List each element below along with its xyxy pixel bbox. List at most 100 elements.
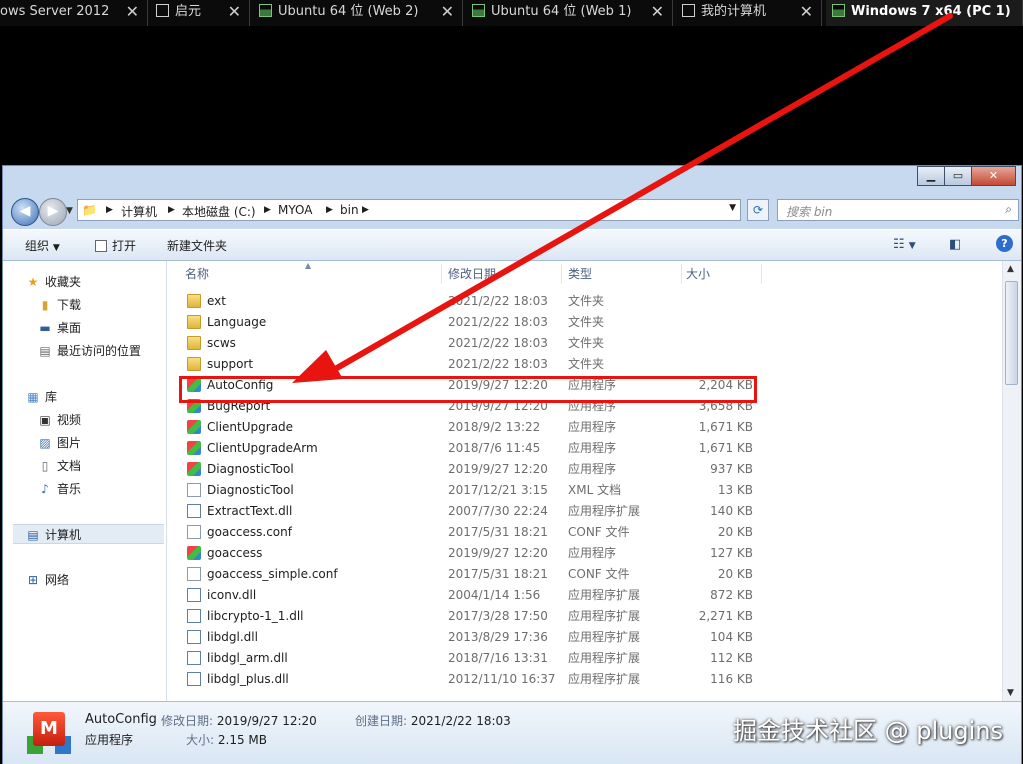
vm-tab-ubuntu-web2[interactable]: Ubuntu 64 位 (Web 2) ✕ xyxy=(253,0,463,26)
file-list: ▲ 名称 修改日期 类型 大小 ext 2021/2/22 18:03 文件夹 Lan… xyxy=(167,261,1002,701)
file-row[interactable]: goaccess 2019/9/27 12:20 应用程序 127 KB xyxy=(167,543,1002,564)
file-row[interactable]: iconv.dll 2004/1/14 1:56 应用程序扩展 872 KB xyxy=(167,585,1002,606)
vm-tab-ubuntu-web1[interactable]: Ubuntu 64 位 (Web 1) ✕ xyxy=(466,0,673,26)
address-bar[interactable]: 📁 ▶ 计算机 ▶ 本地磁盘 (C:) ▶ MYOA ▶ bin ▶ ▼ xyxy=(77,199,741,221)
nav-computer[interactable]: ▤ 计算机 xyxy=(13,524,164,544)
file-modified: 2019/9/27 12:20 xyxy=(448,546,548,560)
dll-icon xyxy=(187,672,201,686)
navigation-bar: ◀ ▶ ▼ 📁 ▶ 计算机 ▶ 本地磁盘 (C:) ▶ MYOA ▶ bin ▶… xyxy=(3,196,1021,226)
nav-network[interactable]: ⊞ 网络 xyxy=(25,570,188,590)
column-header-type[interactable]: 类型 xyxy=(568,264,592,284)
file-row[interactable]: DiagnosticTool 2019/9/27 12:20 应用程序 937 KB xyxy=(167,459,1002,480)
file-row[interactable]: scws 2021/2/22 18:03 文件夹 xyxy=(167,333,1002,354)
breadcrumb-local-disk[interactable]: 本地磁盘 (C:) xyxy=(182,203,256,220)
file-modified: 2019/9/27 12:20 xyxy=(448,462,548,476)
scrollbar-thumb[interactable] xyxy=(1005,281,1018,385)
search-icon[interactable]: ⌕ xyxy=(1005,202,1012,217)
breadcrumb-computer[interactable]: 计算机 xyxy=(121,203,157,220)
file-row[interactable]: libdgl.dll 2013/8/29 17:36 应用程序扩展 104 KB xyxy=(167,627,1002,648)
history-dropdown-icon[interactable]: ▼ xyxy=(66,206,73,216)
nav-libraries[interactable]: ▦ 库 xyxy=(25,387,188,407)
library-icon: ▦ xyxy=(27,390,39,404)
nav-label: 计算机 xyxy=(45,528,82,542)
preview-pane-icon[interactable]: ◧ xyxy=(949,237,961,252)
file-type: 文件夹 xyxy=(568,294,605,308)
folder-icon xyxy=(187,336,201,350)
close-icon[interactable]: ✕ xyxy=(126,0,139,24)
view-options-icon[interactable]: ☷ ▼ xyxy=(893,237,916,252)
chevron-right-icon[interactable]: ▶ xyxy=(362,205,369,215)
column-header-modified[interactable]: 修改日期 xyxy=(448,264,496,284)
breadcrumb-bin[interactable]: bin xyxy=(340,203,359,217)
file-row[interactable]: libdgl_plus.dll 2012/11/10 16:37 应用程序扩展 116… xyxy=(167,669,1002,690)
file-type: XML 文档 xyxy=(568,483,622,497)
search-placeholder: 搜索 bin xyxy=(786,205,833,219)
vm-tab-server-2012[interactable]: ows Server 2012 ✕ xyxy=(0,0,148,26)
file-row[interactable]: DiagnosticTool 2017/12/21 3:15 XML 文档 13 KB xyxy=(167,480,1002,501)
file-type: 应用程序 xyxy=(568,420,617,434)
file-type: CONF 文件 xyxy=(568,525,630,539)
chevron-down-icon[interactable]: ▼ xyxy=(729,203,736,213)
file-row[interactable]: Language 2021/2/22 18:03 文件夹 xyxy=(167,312,1002,333)
column-header-name[interactable]: 名称 xyxy=(185,264,209,284)
file-modified: 2017/5/31 18:21 xyxy=(448,525,548,539)
column-header-size[interactable]: 大小 xyxy=(686,264,710,284)
chevron-right-icon[interactable]: ▶ xyxy=(326,205,333,215)
new-folder-button[interactable]: 新建文件夹 xyxy=(167,237,227,254)
command-bar: 组织 ▼ 打开 新建文件夹 ☷ ▼ ◧ ? xyxy=(3,229,1021,261)
file-row[interactable]: support 2021/2/22 18:03 文件夹 xyxy=(167,354,1002,375)
organize-button[interactable]: 组织 ▼ xyxy=(25,237,60,254)
nav-label: 最近访问的位置 xyxy=(57,344,142,358)
scroll-up-icon[interactable]: ▲ xyxy=(1007,264,1014,274)
open-button[interactable]: 打开 xyxy=(95,237,136,254)
open-label: 打开 xyxy=(112,239,137,253)
file-row[interactable]: libdgl_arm.dll 2018/7/16 13:31 应用程序扩展 112 K… xyxy=(167,648,1002,669)
close-button[interactable]: ✕ xyxy=(971,166,1016,186)
chevron-right-icon[interactable]: ▶ xyxy=(264,205,271,215)
minimize-button[interactable]: ▁ xyxy=(917,166,945,186)
vm-tab-bar: ows Server 2012 ✕ 启元 ✕ Ubuntu 64 位 (Web … xyxy=(0,0,1023,26)
help-icon[interactable]: ? xyxy=(996,235,1013,252)
folder-icon: 📁 xyxy=(82,203,97,217)
close-icon[interactable]: ✕ xyxy=(651,0,664,24)
file-name-text: goaccess.conf xyxy=(207,525,292,539)
breadcrumb-myoa[interactable]: MYOA xyxy=(278,203,312,217)
maximize-button[interactable]: ▭ xyxy=(944,166,972,186)
nav-favorites[interactable]: ★ 收藏夹 xyxy=(25,272,188,292)
back-button[interactable]: ◀ xyxy=(11,198,39,226)
sort-ascending-icon: ▲ xyxy=(305,261,312,270)
close-icon[interactable]: ✕ xyxy=(228,0,241,24)
column-divider[interactable] xyxy=(681,264,682,284)
forward-button[interactable]: ▶ xyxy=(39,198,67,226)
file-type: 应用程序 xyxy=(568,441,617,455)
scroll-down-icon[interactable]: ▼ xyxy=(1007,688,1014,698)
file-name: iconv.dll xyxy=(187,585,256,606)
file-modified: 2021/2/22 18:03 xyxy=(448,315,548,329)
column-divider[interactable] xyxy=(761,264,762,284)
file-row[interactable]: ext 2021/2/22 18:03 文件夹 xyxy=(167,291,1002,312)
vm-tab-my-computer[interactable]: 我的计算机 ✕ xyxy=(676,0,822,26)
search-input[interactable]: 搜索 bin ⌕ xyxy=(777,199,1019,221)
application-icon xyxy=(187,441,201,455)
file-row[interactable]: ClientUpgrade 2018/9/2 13:22 应用程序 1,671 KB xyxy=(167,417,1002,438)
file-modified: 2021/2/22 18:03 xyxy=(448,294,548,308)
tab-label: ows Server 2012 xyxy=(0,4,110,19)
close-icon[interactable]: ✕ xyxy=(441,0,454,24)
file-row[interactable]: ExtractText.dll 2007/7/30 22:24 应用程序扩展 140 … xyxy=(167,501,1002,522)
file-row[interactable]: ClientUpgradeArm 2018/7/6 11:45 应用程序 1,671 … xyxy=(167,438,1002,459)
refresh-button[interactable]: ⟳ xyxy=(747,199,769,221)
file-name: libcrypto-1_1.dll xyxy=(187,606,304,627)
file-row[interactable]: libcrypto-1_1.dll 2017/3/28 17:50 应用程序扩展 2,… xyxy=(167,606,1002,627)
vm-tab-windows7[interactable]: Windows 7 x64 (PC 1) xyxy=(826,0,1023,26)
chevron-right-icon[interactable]: ▶ xyxy=(106,205,113,215)
column-divider[interactable] xyxy=(561,264,562,284)
vertical-scrollbar[interactable]: ▲ ▼ xyxy=(1002,261,1021,701)
file-type: 文件夹 xyxy=(568,336,605,350)
file-row[interactable]: goaccess_simple.conf 2017/5/31 18:21 CONF … xyxy=(167,564,1002,585)
column-divider[interactable] xyxy=(441,264,442,284)
file-row[interactable]: goaccess.conf 2017/5/31 18:21 CONF 文件 20 KB xyxy=(167,522,1002,543)
file-size: 872 KB xyxy=(710,588,753,602)
vm-tab-qiyuan[interactable]: 启元 ✕ xyxy=(150,0,250,26)
chevron-right-icon[interactable]: ▶ xyxy=(168,205,175,215)
close-icon[interactable]: ✕ xyxy=(800,0,813,24)
